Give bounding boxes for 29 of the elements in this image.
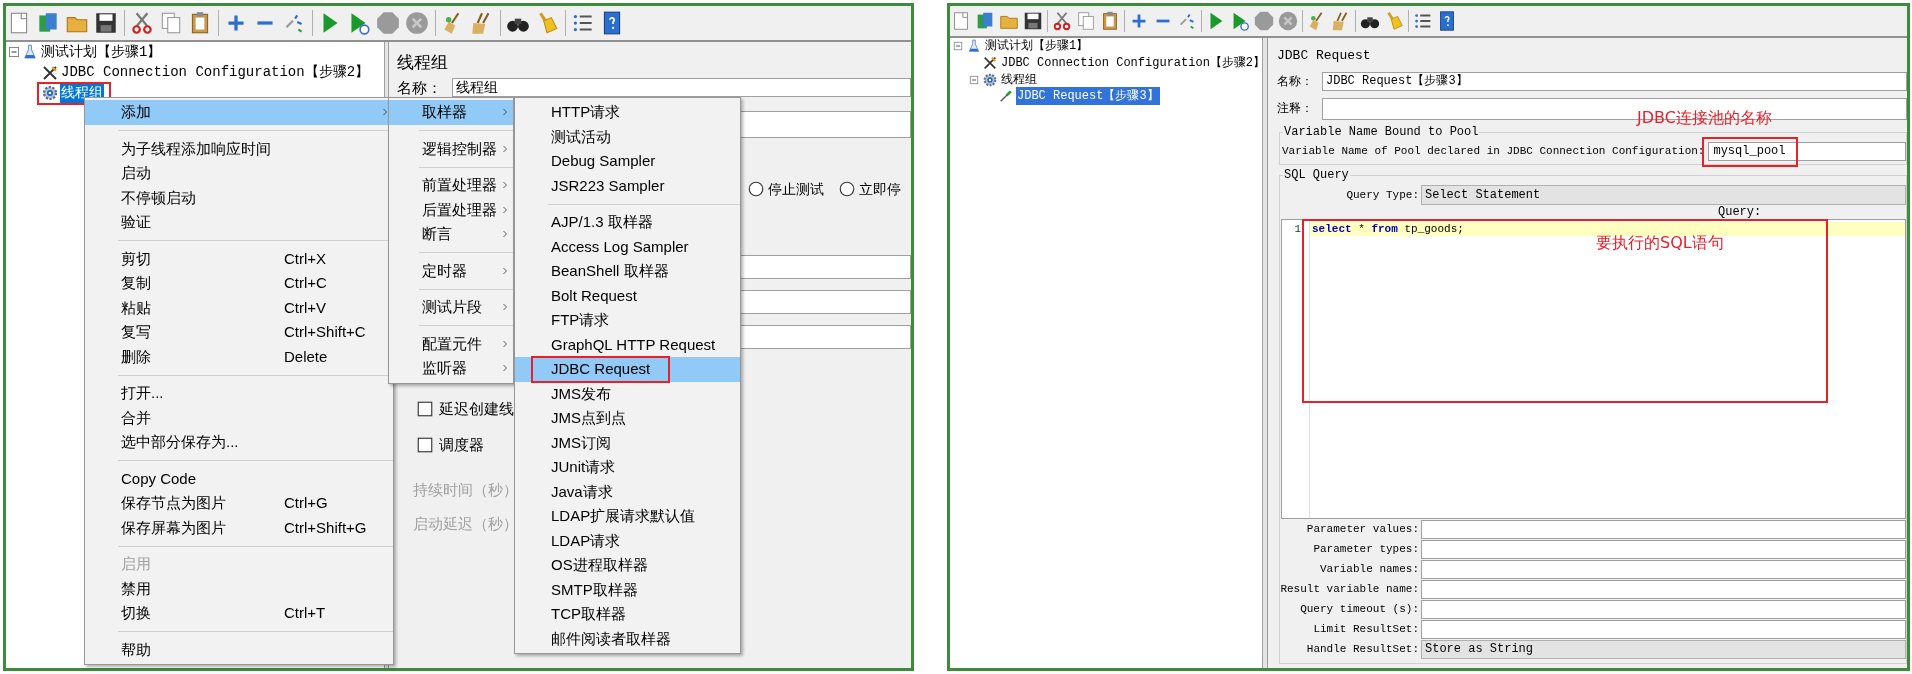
field-label: 持续时间（秒） [413,481,518,499]
annotation-text: 要执行的SQL语句 [1596,233,1724,253]
field-label: 名称： [397,78,443,97]
shortcut-text: Ctrl+C [284,273,327,293]
shortcut-text: Ctrl+Shift+G [284,517,367,538]
field-label: Handle ResultSet: [1305,641,1420,657]
panel-title: JDBC Request [1277,48,1371,64]
field-label: Result variable name: [1280,581,1420,597]
field-label: 启动延迟（秒） [413,515,518,533]
field-label: Query: [1718,205,1762,219]
shortcut-text: Ctrl+G [284,493,328,513]
shortcut-text: Ctrl+Shift+C [284,322,366,342]
shortcut-text: Ctrl+X [284,248,327,269]
panel-title: 线程组 [397,52,448,74]
annotation-text: JDBC连接池的名称 [1637,108,1772,128]
field-label: Limit ResultSet: [1312,621,1420,637]
field-label: Variable Name of Pool declared in JDBC Connection Configuration: [1282,144,1705,160]
field-label: Variable names: [1318,561,1420,577]
field-label: Query timeout (s): [1299,601,1420,617]
field-label: 名称： [1277,73,1314,91]
field-label: Parameter types: [1312,541,1420,557]
field-label: Parameter values: [1305,521,1420,537]
field-label: 注释： [1277,101,1314,118]
shortcut-text: Delete [284,346,328,367]
group-title: SQL Query [1283,169,1350,182]
shortcut-text: Ctrl+T [284,603,326,623]
shortcut-text: Ctrl+V [284,297,327,318]
line-number: 1 [1293,222,1302,236]
field-label: Query Type: [1345,187,1420,203]
